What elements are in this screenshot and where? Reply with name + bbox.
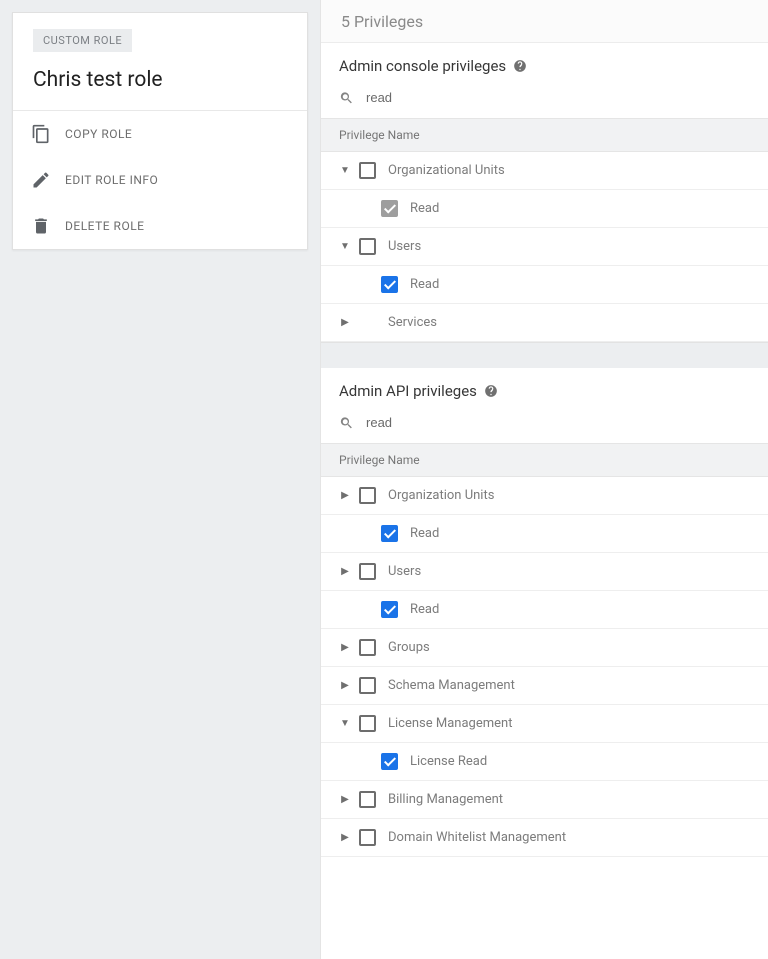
privilege-label: Read [410, 602, 439, 617]
action-label: DELETE ROLE [65, 219, 145, 233]
chevron-down-icon[interactable]: ▼ [335, 718, 355, 729]
panel-header: 5 Privileges [321, 0, 768, 43]
privilege-label: Services [388, 315, 437, 330]
privilege-label: Groups [388, 640, 430, 655]
column-header: Privilege Name [321, 118, 768, 152]
privilege-checkbox[interactable] [359, 487, 376, 504]
chevron-right-icon[interactable]: ▶ [335, 490, 355, 501]
privilege-checkbox[interactable] [359, 829, 376, 846]
privilege-checkbox[interactable] [381, 525, 398, 542]
chevron-down-icon[interactable]: ▼ [335, 165, 355, 176]
privilege-label: Organization Units [388, 488, 494, 503]
section-title: Admin API privileges [321, 368, 768, 400]
privilege-child-row: Read [321, 591, 768, 629]
privilege-row: ▼ License Management [321, 705, 768, 743]
chevron-right-icon[interactable]: ▶ [335, 794, 355, 805]
trash-icon [31, 216, 51, 236]
chevron-right-icon[interactable]: ▶ [335, 680, 355, 691]
privilege-row: ▼ Users [321, 228, 768, 266]
chevron-down-icon[interactable]: ▼ [335, 241, 355, 252]
privilege-checkbox[interactable] [381, 601, 398, 618]
section-title: Admin console privileges [321, 43, 768, 75]
privilege-child-row: Read [321, 266, 768, 304]
copy-icon [31, 124, 51, 144]
action-label: COPY ROLE [65, 127, 132, 141]
help-icon[interactable] [484, 384, 498, 398]
privilege-row: ▶ Domain Whitelist Management [321, 819, 768, 857]
privilege-label: Users [388, 239, 421, 254]
privilege-row: ▶ Users [321, 553, 768, 591]
search-icon [339, 415, 354, 431]
search-icon [339, 90, 354, 106]
privilege-checkbox[interactable] [359, 677, 376, 694]
chevron-right-icon[interactable]: ▶ [335, 317, 355, 328]
role-type-badge: CUSTOM ROLE [33, 29, 132, 52]
privilege-checkbox[interactable] [359, 238, 376, 255]
privilege-label: Read [410, 526, 439, 541]
edit-role-info-button[interactable]: EDIT ROLE INFO [13, 157, 307, 203]
privilege-row: ▶ Services [321, 304, 768, 342]
privilege-row: ▶ Organization Units [321, 477, 768, 515]
privilege-row: ▶ Groups [321, 629, 768, 667]
pencil-icon [31, 170, 51, 190]
help-icon[interactable] [513, 59, 527, 73]
delete-role-button[interactable]: DELETE ROLE [13, 203, 307, 249]
copy-role-button[interactable]: COPY ROLE [13, 111, 307, 157]
privilege-row: ▶ Billing Management [321, 781, 768, 819]
privilege-label: License Read [410, 754, 487, 769]
privilege-label: Organizational Units [388, 163, 505, 178]
privilege-label: Read [410, 201, 439, 216]
privilege-checkbox[interactable] [381, 276, 398, 293]
role-title: Chris test role [33, 68, 287, 92]
privilege-child-row: Read [321, 515, 768, 553]
action-label: EDIT ROLE INFO [65, 173, 158, 187]
privilege-checkbox[interactable] [359, 639, 376, 656]
privilege-label: Read [410, 277, 439, 292]
privilege-label: Domain Whitelist Management [388, 830, 566, 845]
privilege-checkbox[interactable] [359, 715, 376, 732]
privilege-checkbox[interactable] [359, 563, 376, 580]
role-card: CUSTOM ROLE Chris test role COPY ROLE ED… [12, 12, 308, 250]
section-title-text: Admin console privileges [339, 57, 506, 75]
privilege-row: ▼ Organizational Units [321, 152, 768, 190]
section-title-text: Admin API privileges [339, 382, 477, 400]
chevron-right-icon[interactable]: ▶ [335, 832, 355, 843]
privilege-label: Schema Management [388, 678, 515, 693]
chevron-right-icon[interactable]: ▶ [335, 566, 355, 577]
privilege-checkbox[interactable] [381, 753, 398, 770]
chevron-right-icon[interactable]: ▶ [335, 642, 355, 653]
privilege-child-row: Read [321, 190, 768, 228]
privileges-panel: 5 Privileges Admin console privileges Pri… [320, 0, 768, 959]
privilege-checkbox[interactable] [359, 791, 376, 808]
privilege-label: License Management [388, 716, 512, 731]
privilege-label: Users [388, 564, 421, 579]
privilege-checkbox[interactable] [359, 162, 376, 179]
column-header: Privilege Name [321, 443, 768, 477]
privilege-search-input[interactable] [364, 89, 750, 106]
privilege-label: Billing Management [388, 792, 503, 807]
privilege-child-row: License Read [321, 743, 768, 781]
privilege-checkbox[interactable] [381, 200, 398, 217]
privilege-row: ▶ Schema Management [321, 667, 768, 705]
privilege-search-input[interactable] [364, 414, 750, 431]
